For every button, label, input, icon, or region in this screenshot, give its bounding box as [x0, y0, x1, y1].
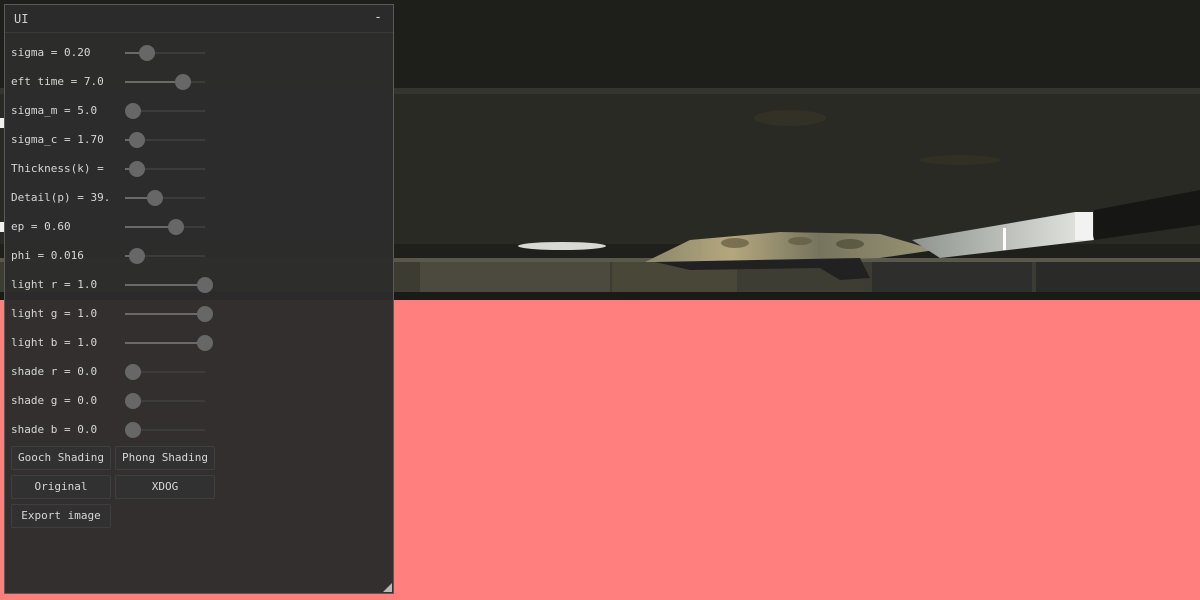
- slider-row-sigma: sigma = 0.20: [5, 38, 393, 67]
- slider-shade-r[interactable]: [125, 361, 215, 383]
- slider-label-shade-b: shade b = 0.0: [11, 423, 98, 436]
- slider-label-eft-time: eft time = 7.0: [11, 75, 104, 88]
- slider-row-light-g: light g = 1.0: [5, 299, 393, 328]
- title-bar[interactable]: UI -: [5, 5, 393, 33]
- slider-thumb[interactable]: [129, 248, 145, 264]
- slider-thumb[interactable]: [175, 74, 191, 90]
- slider-detail-p[interactable]: [125, 187, 215, 209]
- slider-label-sigma-m: sigma_m = 5.0: [11, 104, 98, 117]
- slider-row-sigma-c: sigma_c = 1.70: [5, 125, 393, 154]
- slider-light-g[interactable]: [125, 303, 215, 325]
- slider-label-ep: ep = 0.60: [11, 220, 71, 233]
- slider-label-phi: phi = 0.016: [11, 249, 84, 262]
- slider-row-detail-p: Detail(p) = 39.: [5, 183, 393, 212]
- slider-label-light-b: light b = 1.0: [11, 336, 98, 349]
- ui-panel: UI - sigma = 0.20 eft time = 7.0 sigma_m =…: [4, 4, 394, 594]
- slider-label-light-g: light g = 1.0: [11, 307, 98, 320]
- slider-row-shade-b: shade b = 0.0: [5, 415, 393, 444]
- slider-shade-b[interactable]: [125, 419, 215, 441]
- slider-label-sigma-c: sigma_c = 1.70: [11, 133, 104, 146]
- slider-row-sigma-m: sigma_m = 5.0: [5, 96, 393, 125]
- slider-label-sigma: sigma = 0.20: [11, 46, 91, 59]
- slider-track-fill: [125, 313, 205, 315]
- slider-track-fill: [125, 226, 173, 228]
- slider-label-shade-g: shade g = 0.0: [11, 394, 98, 407]
- slider-phi[interactable]: [125, 245, 215, 267]
- slider-light-b[interactable]: [125, 332, 215, 354]
- slider-row-phi: phi = 0.016: [5, 241, 393, 270]
- slider-row-light-r: light r = 1.0: [5, 270, 393, 299]
- slider-thumb[interactable]: [147, 190, 163, 206]
- original-button[interactable]: Original: [11, 475, 111, 499]
- slider-sigma-m[interactable]: [125, 100, 215, 122]
- slider-thumb[interactable]: [125, 422, 141, 438]
- slider-thumb[interactable]: [129, 161, 145, 177]
- slider-light-r[interactable]: [125, 274, 215, 296]
- slider-track-fill: [125, 81, 181, 83]
- slider-row-shade-r: shade r = 0.0: [5, 357, 393, 386]
- slider-thumb[interactable]: [129, 132, 145, 148]
- resize-grip[interactable]: [383, 583, 392, 592]
- slider-row-thickness-k: Thickness(k) =: [5, 154, 393, 183]
- slider-label-detail-p: Detail(p) = 39.: [11, 191, 111, 204]
- minimize-button[interactable]: -: [371, 10, 385, 26]
- slider-label-light-r: light r = 1.0: [11, 278, 98, 291]
- slider-thumb[interactable]: [125, 103, 141, 119]
- window-title: UI: [14, 12, 29, 26]
- slider-sigma[interactable]: [125, 42, 215, 64]
- slider-sigma-c[interactable]: [125, 129, 215, 151]
- slider-track-fill: [125, 284, 205, 286]
- slider-row-ep: ep = 0.60: [5, 212, 393, 241]
- slider-track-fill: [125, 197, 149, 199]
- gooch-shading-button[interactable]: Gooch Shading: [11, 446, 111, 470]
- slider-thumb[interactable]: [197, 306, 213, 322]
- slider-thumb[interactable]: [168, 219, 184, 235]
- slider-thumb[interactable]: [197, 277, 213, 293]
- slider-thumb[interactable]: [139, 45, 155, 61]
- export-image-button[interactable]: Export image: [11, 504, 111, 528]
- slider-ep[interactable]: [125, 216, 215, 238]
- slider-eft-time[interactable]: [125, 71, 215, 93]
- slider-row-light-b: light b = 1.0: [5, 328, 393, 357]
- slider-thumb[interactable]: [125, 393, 141, 409]
- slider-row-shade-g: shade g = 0.0: [5, 386, 393, 415]
- slider-row-eft-time: eft time = 7.0: [5, 67, 393, 96]
- phong-shading-button[interactable]: Phong Shading: [115, 446, 215, 470]
- slider-label-shade-r: shade r = 0.0: [11, 365, 98, 378]
- slider-thumb[interactable]: [125, 364, 141, 380]
- xdog-button[interactable]: XDOG: [115, 475, 215, 499]
- slider-track-fill: [125, 342, 205, 344]
- slider-thumb[interactable]: [197, 335, 213, 351]
- slider-thickness-k[interactable]: [125, 158, 215, 180]
- slider-shade-g[interactable]: [125, 390, 215, 412]
- app-canvas: UI - sigma = 0.20 eft time = 7.0 sigma_m =…: [0, 0, 1200, 600]
- slider-label-thickness-k: Thickness(k) =: [11, 162, 104, 175]
